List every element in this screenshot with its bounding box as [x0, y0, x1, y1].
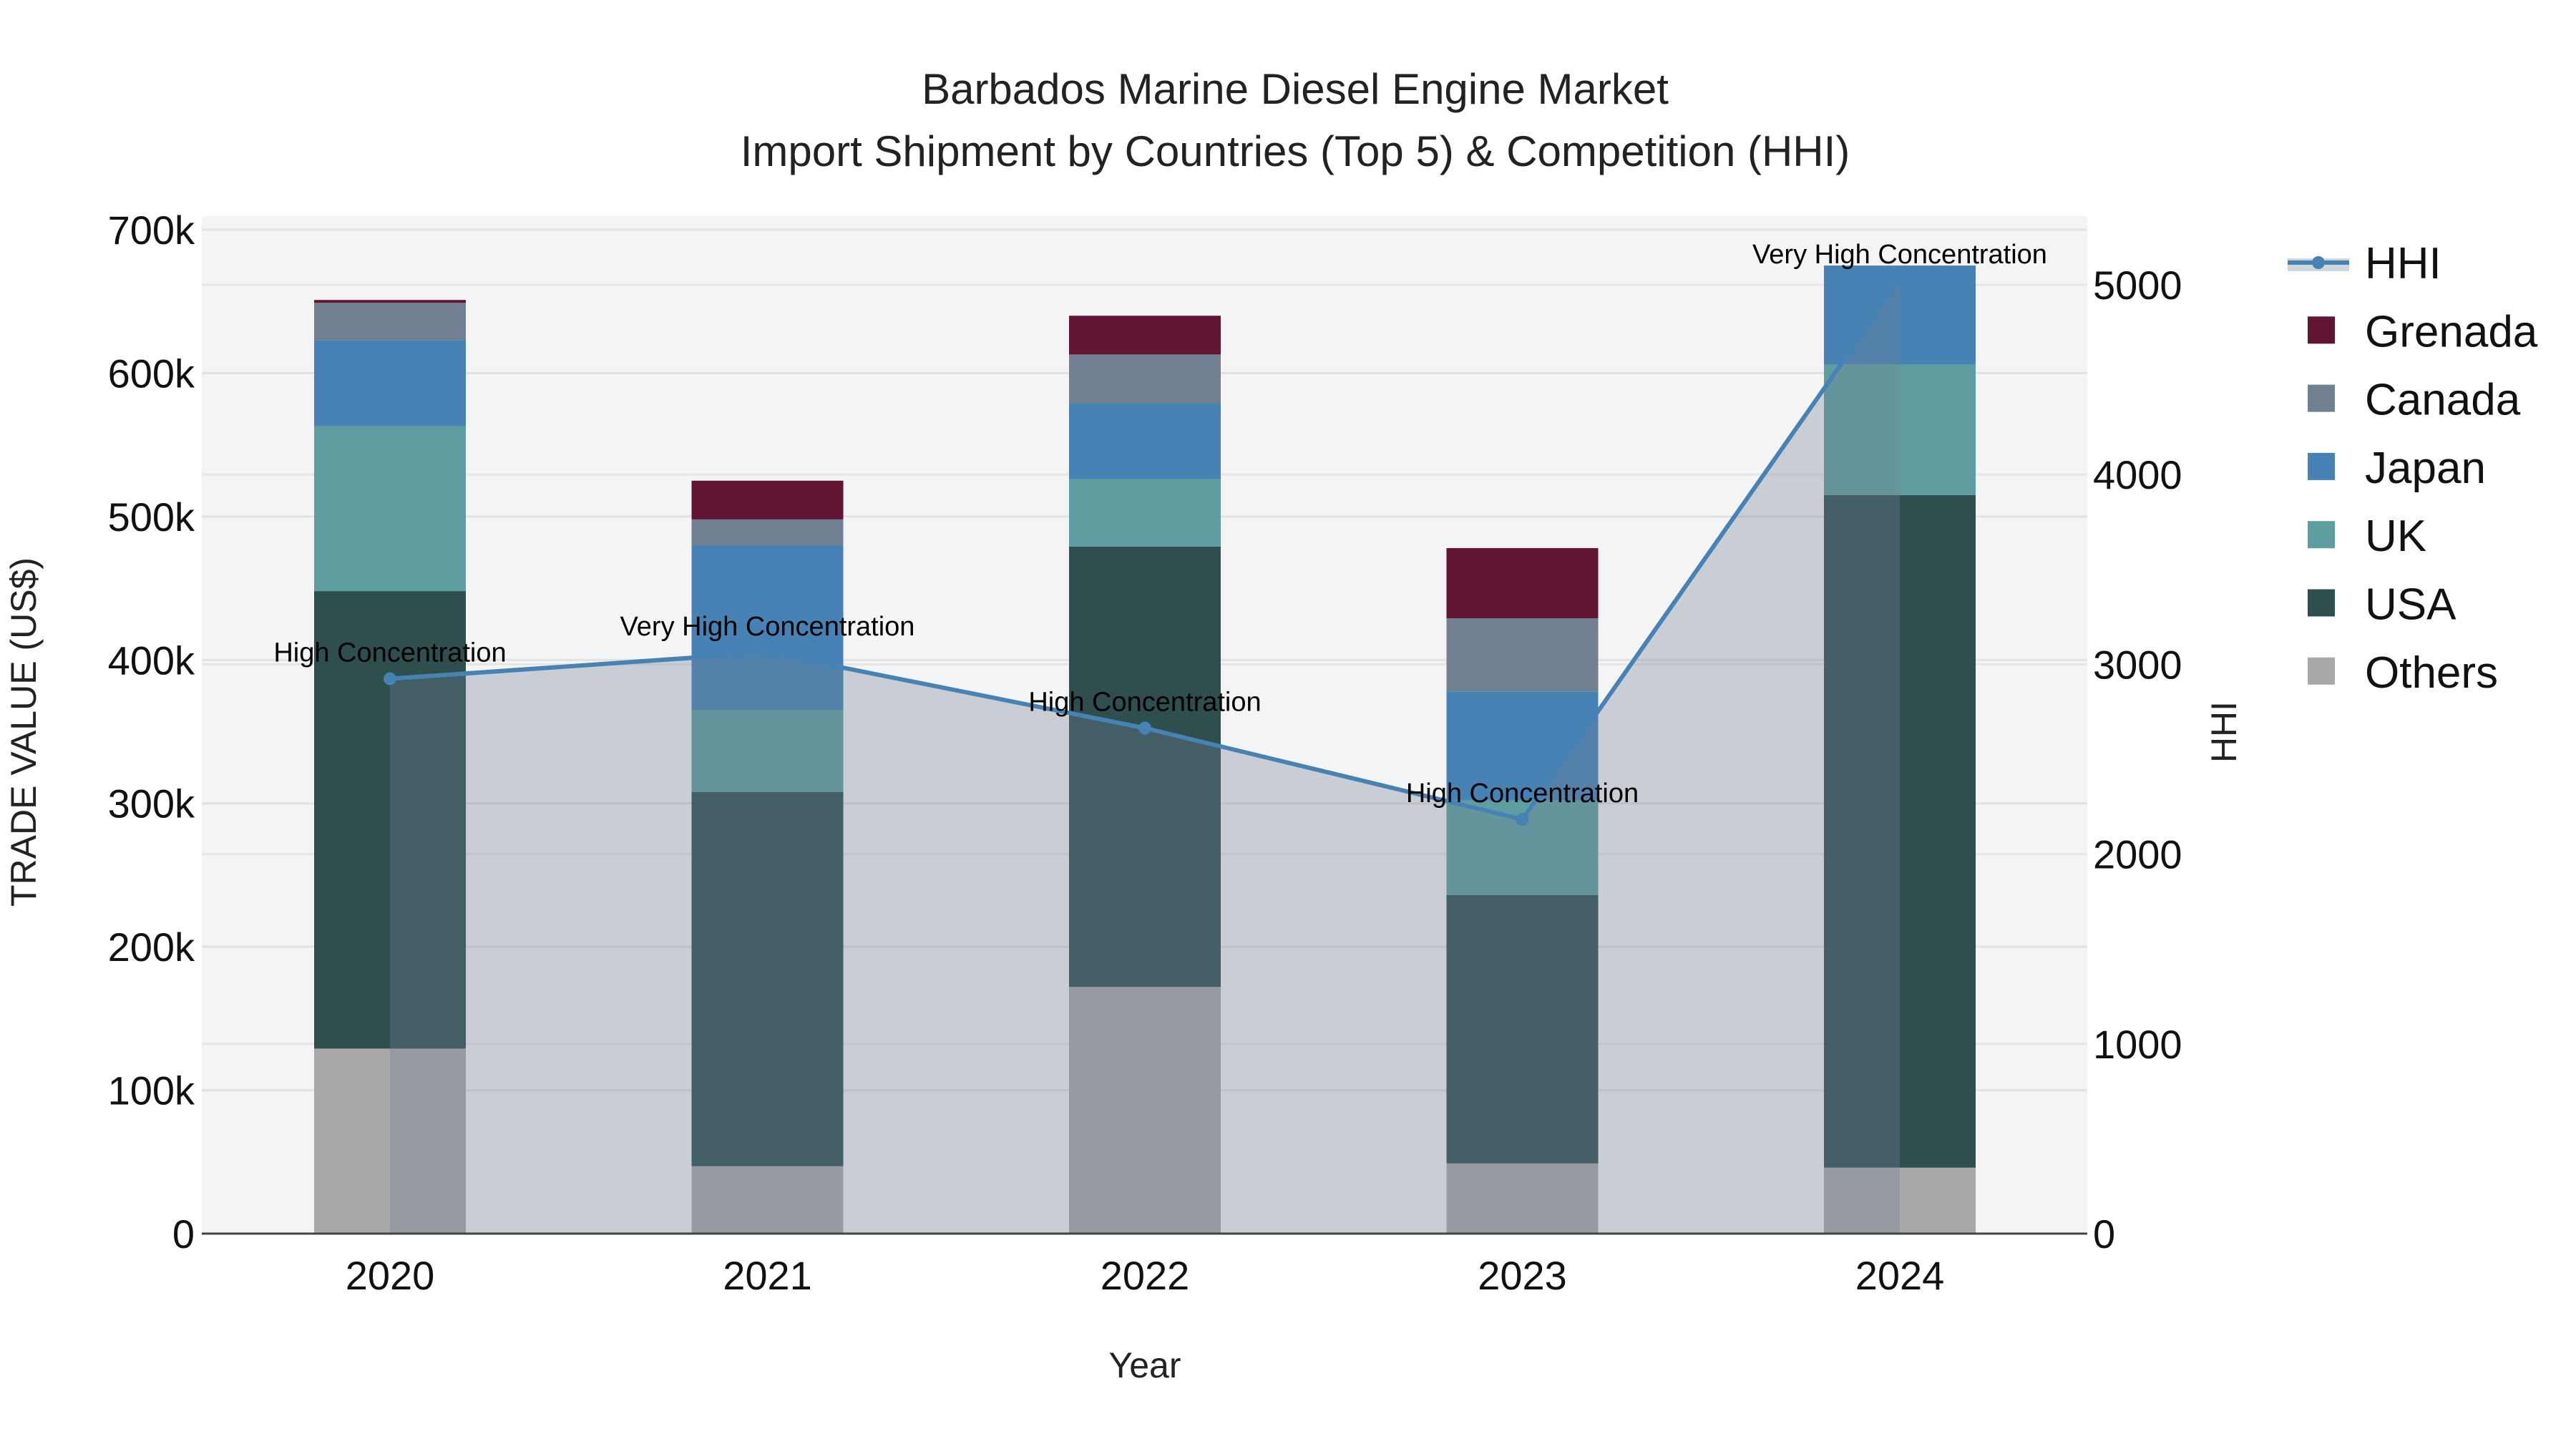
y-tick-label: 200k [108, 924, 195, 970]
legend: HHI Grenada Canada Japan UK USA Others [2288, 239, 2538, 698]
hhi-annotation: Very High Concentration [1752, 240, 2047, 270]
bar-canada-2021 [691, 519, 844, 545]
bar-japan-2020 [314, 340, 466, 426]
hhi-annotation: High Concentration [1028, 688, 1261, 718]
bar-uk-2020 [314, 426, 466, 592]
y-tick-label: 500k [108, 494, 195, 540]
legend-label-japan: Japan [2365, 444, 2486, 493]
y2-tick-label: 2000 [2093, 832, 2182, 877]
bar-grenada-2021 [691, 480, 844, 519]
y-axis-ticks: 0 100k 200k 300k 400k 500k 600k 700k [108, 208, 195, 1257]
legend-label-uk: UK [2365, 512, 2426, 561]
x-tick-label: 2020 [346, 1253, 435, 1298]
bar-canada-2023 [1446, 618, 1599, 692]
y2-tick-label: 4000 [2093, 452, 2182, 497]
y2-tick-label: 1000 [2093, 1022, 2182, 1067]
legend-swatch-others [2308, 657, 2335, 685]
bar-grenada-2023 [1446, 547, 1599, 619]
y-tick-label: 400k [108, 638, 195, 683]
chart-title: Barbados Marine Diesel Engine Market [922, 65, 1669, 113]
hhi-point [384, 672, 396, 686]
y2-tick-label: 5000 [2093, 263, 2182, 308]
y-tick-label: 300k [108, 781, 195, 826]
x-axis-ticks: 2020 2021 2022 2023 2024 [346, 1253, 1945, 1298]
bar-canada-2020 [314, 303, 466, 341]
hhi-point [1516, 813, 1529, 826]
legend-swatch-japan [2308, 452, 2335, 480]
legend-swatch-usa [2308, 589, 2335, 617]
chart-subtitle: Import Shipment by Countries (Top 5) & C… [741, 127, 1850, 175]
y2-axis-title: HHI [2204, 701, 2244, 763]
hhi-annotation: High Concentration [1406, 779, 1639, 809]
y-tick-label: 700k [108, 208, 195, 253]
y-tick-label: 100k [108, 1068, 195, 1113]
hhi-annotation: High Concentration [273, 638, 506, 668]
y-tick-label: 0 [172, 1211, 195, 1257]
x-axis-title: Year [1108, 1345, 1181, 1385]
legend-label-canada: Canada [2365, 376, 2521, 425]
bar-uk-2022 [1069, 479, 1221, 547]
y-axis-title: TRADE VALUE (US$) [4, 557, 44, 907]
bar-grenada-2022 [1069, 316, 1221, 355]
x-tick-label: 2023 [1478, 1253, 1567, 1298]
y2-tick-label: 3000 [2093, 642, 2182, 687]
legend-label-grenada: Grenada [2365, 307, 2538, 356]
legend-swatch-grenada [2308, 316, 2335, 344]
hhi-annotation: Very High Concentration [620, 612, 915, 642]
y-tick-label: 600k [108, 351, 195, 396]
y2-tick-label: 0 [2093, 1211, 2115, 1257]
legend-label-usa: USA [2365, 580, 2457, 630]
chart: High Concentration Very High Concentratio… [4, 65, 2538, 1385]
bar-japan-2022 [1069, 403, 1221, 479]
legend-label-others: Others [2365, 648, 2498, 698]
bar-canada-2022 [1069, 354, 1221, 404]
hhi-point [1138, 721, 1151, 735]
hhi-point [1893, 273, 1906, 287]
hhi-point [761, 645, 774, 659]
x-tick-label: 2022 [1101, 1253, 1190, 1298]
x-tick-label: 2024 [1855, 1253, 1945, 1298]
legend-swatch-canada [2308, 384, 2335, 412]
legend-label-hhi: HHI [2365, 239, 2441, 288]
legend-swatch-hhi-marker [2312, 256, 2325, 269]
bar-grenada-2020 [314, 300, 466, 303]
legend-swatch-uk [2308, 521, 2335, 549]
x-tick-label: 2021 [723, 1253, 812, 1298]
y2-axis-ticks: 0 1000 2000 3000 4000 5000 [2093, 263, 2182, 1257]
